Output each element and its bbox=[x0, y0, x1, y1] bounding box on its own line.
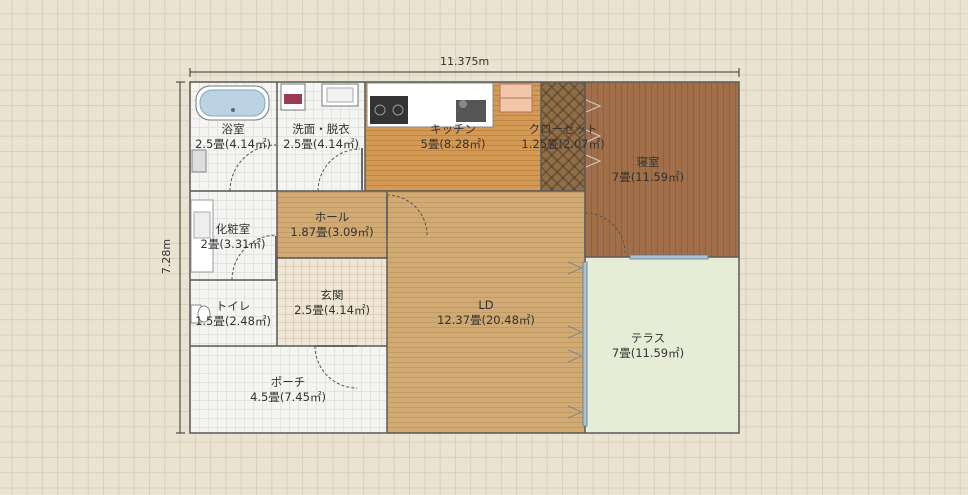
label-bath: 浴室 2.5畳(4.14㎡) bbox=[195, 122, 271, 151]
fixtures bbox=[190, 82, 709, 427]
label-toilet: トイレ 1.5畳(2.48㎡) bbox=[195, 299, 271, 328]
refrigerator-icon bbox=[499, 83, 533, 113]
shower-icon bbox=[191, 149, 207, 173]
sink-icon bbox=[321, 83, 359, 107]
label-bedroom: 寝室 7畳(11.59㎡) bbox=[611, 155, 685, 184]
label-porch: ポーチ 4.5畳(7.45㎡) bbox=[250, 375, 326, 404]
door-swing-icon bbox=[229, 144, 626, 389]
stove-icon bbox=[370, 96, 408, 124]
label-powder: 化粧室 2畳(3.31㎡) bbox=[200, 222, 266, 251]
label-hall: ホール 1.87畳(3.09㎡) bbox=[290, 210, 374, 239]
label-wash: 洗面・脱衣 2.5畳(4.14㎡) bbox=[283, 122, 359, 151]
bathtub-icon bbox=[195, 85, 270, 121]
label-terrace: テラス 7畳(11.59㎡) bbox=[611, 331, 685, 360]
label-closet: クローゼット 1.25畳(2.07㎡) bbox=[521, 122, 605, 151]
kitchen-sink-icon bbox=[456, 100, 486, 122]
label-kitchen: キッチン 5畳(8.28㎡) bbox=[420, 122, 486, 151]
label-entrance: 玄関 2.5畳(4.14㎡) bbox=[294, 288, 370, 317]
label-ld: LD 12.37畳(20.48㎡) bbox=[437, 298, 535, 327]
washing-machine-icon bbox=[280, 83, 306, 111]
